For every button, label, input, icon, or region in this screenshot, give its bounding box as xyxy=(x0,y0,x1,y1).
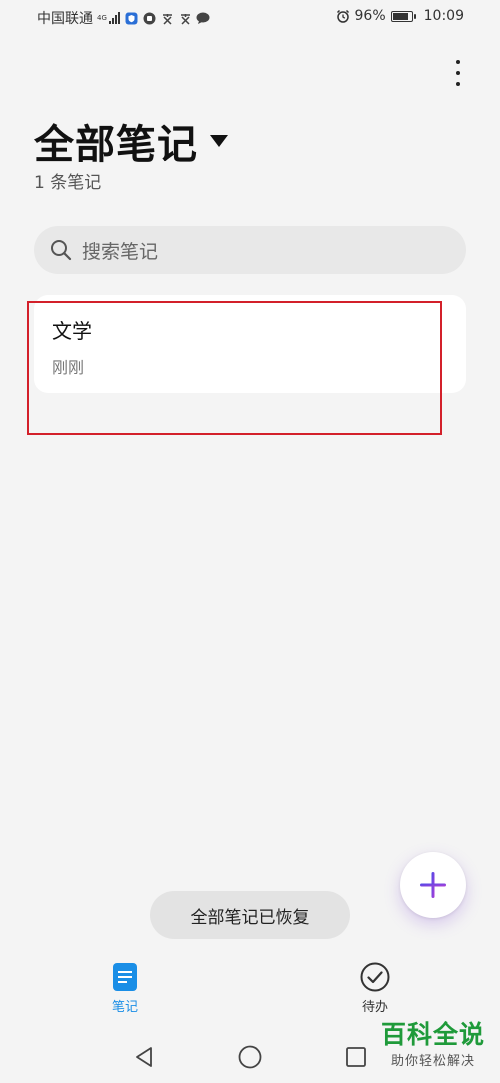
tab-todo[interactable]: 待办 xyxy=(340,962,410,1015)
tab-todo-label: 待办 xyxy=(361,1000,388,1015)
more-dot-icon xyxy=(456,82,460,86)
search-placeholder: 搜索笔记 xyxy=(82,240,159,263)
check-circle-icon xyxy=(360,962,390,992)
shield-app-icon xyxy=(124,11,138,25)
nav-recents-button[interactable] xyxy=(343,1044,369,1070)
tab-notes-label: 笔记 xyxy=(111,1000,138,1015)
home-circle-icon xyxy=(238,1045,262,1069)
nav-back-button[interactable] xyxy=(131,1044,157,1070)
status-bar: 中国联通 4G 96% 10:09 xyxy=(0,0,500,34)
caret-down-icon[interactable] xyxy=(210,135,228,147)
network-type: 4G xyxy=(97,13,107,22)
toast-message: 全部笔记已恢复 xyxy=(150,891,350,939)
alarm-icon xyxy=(336,9,350,23)
app-icon-2 xyxy=(178,11,192,25)
hand-app-icon xyxy=(142,11,156,25)
watermark-subtitle: 助你轻松解决 xyxy=(390,1054,475,1069)
chat-bubble-icon xyxy=(196,11,210,25)
carrier-label: 中国联通 xyxy=(37,11,93,27)
add-note-button[interactable] xyxy=(400,852,466,918)
plus-icon xyxy=(420,872,446,898)
watermark-title: 百科全说 xyxy=(380,1020,485,1049)
note-title: 文学 xyxy=(52,319,92,343)
watermark: 百科全说 助你轻松解决 xyxy=(374,1020,492,1069)
search-icon xyxy=(51,240,72,261)
page-title: 全部笔记 xyxy=(34,122,198,168)
status-left: 中国联通 4G xyxy=(37,8,210,28)
app-icon-1 xyxy=(160,11,174,25)
status-right: 96% 10:09 xyxy=(336,8,464,24)
battery-fill xyxy=(392,12,408,20)
note-count: 1 条笔记 xyxy=(34,173,102,193)
signal-icon xyxy=(109,12,120,24)
clock: 10:09 xyxy=(423,8,464,24)
notes-icon xyxy=(113,963,137,991)
note-list-item[interactable]: 文学 刚刚 xyxy=(34,295,466,393)
more-dot-icon xyxy=(456,71,460,75)
battery-percent: 96% xyxy=(354,8,386,24)
note-timestamp: 刚刚 xyxy=(52,358,85,377)
more-options-button[interactable] xyxy=(448,56,468,90)
recents-square-icon xyxy=(346,1047,366,1067)
back-triangle-icon xyxy=(136,1047,152,1067)
nav-home-button[interactable] xyxy=(237,1044,263,1070)
battery-icon xyxy=(390,10,416,22)
search-input[interactable]: 搜索笔记 xyxy=(34,226,466,274)
more-dot-icon xyxy=(456,60,460,64)
tab-notes[interactable]: 笔记 xyxy=(90,962,160,1015)
title-dropdown[interactable]: 全部笔记 xyxy=(34,112,228,170)
